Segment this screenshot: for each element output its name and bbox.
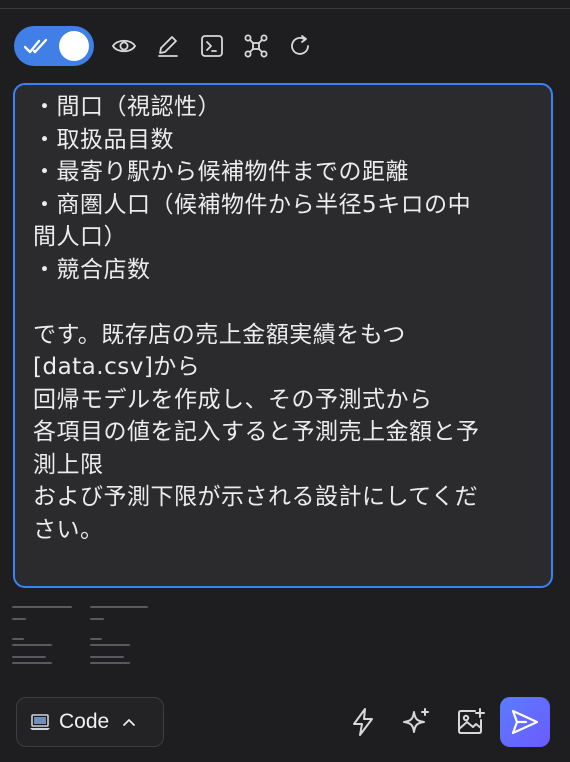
prompt-textarea[interactable]: ・間口（視認性） ・取扱品目数 ・最寄り駅から候補物件までの距離 ・商圏人口（候…	[13, 83, 553, 588]
editor-toolbar	[14, 26, 314, 66]
chevron-up-icon	[123, 719, 136, 726]
pencil-icon	[158, 36, 178, 57]
terminal-button[interactable]	[198, 32, 226, 60]
refresh-button[interactable]	[286, 32, 314, 60]
refresh-icon	[291, 35, 309, 55]
edit-button[interactable]	[154, 32, 182, 60]
mode-label: Code	[59, 710, 110, 733]
laptop-icon	[30, 714, 50, 730]
attachment-preview	[12, 604, 162, 674]
composer-bottom-bar: Code	[0, 697, 570, 749]
auto-approve-toggle[interactable]	[14, 26, 94, 66]
prompt-text: ・間口（視認性） ・取扱品目数 ・最寄り駅から候補物件までの距離 ・商圏人口（候…	[33, 94, 480, 543]
attach-image-button[interactable]	[454, 705, 488, 739]
send-icon	[511, 709, 539, 735]
terminal-icon	[201, 35, 223, 57]
add-image-icon	[458, 708, 485, 734]
sparkle-icon	[403, 708, 429, 733]
nodes-icon	[244, 34, 268, 58]
quick-action-button[interactable]	[346, 705, 380, 739]
graph-button[interactable]	[242, 32, 270, 60]
preview-button[interactable]	[110, 32, 138, 60]
ai-enhance-button[interactable]	[400, 705, 434, 739]
send-button[interactable]	[500, 697, 550, 747]
double-check-icon	[24, 38, 48, 54]
mode-selector[interactable]: Code	[16, 697, 164, 747]
top-divider	[0, 8, 570, 9]
toggle-knob	[59, 31, 89, 61]
lightning-icon	[353, 708, 373, 736]
eye-icon	[111, 39, 137, 53]
